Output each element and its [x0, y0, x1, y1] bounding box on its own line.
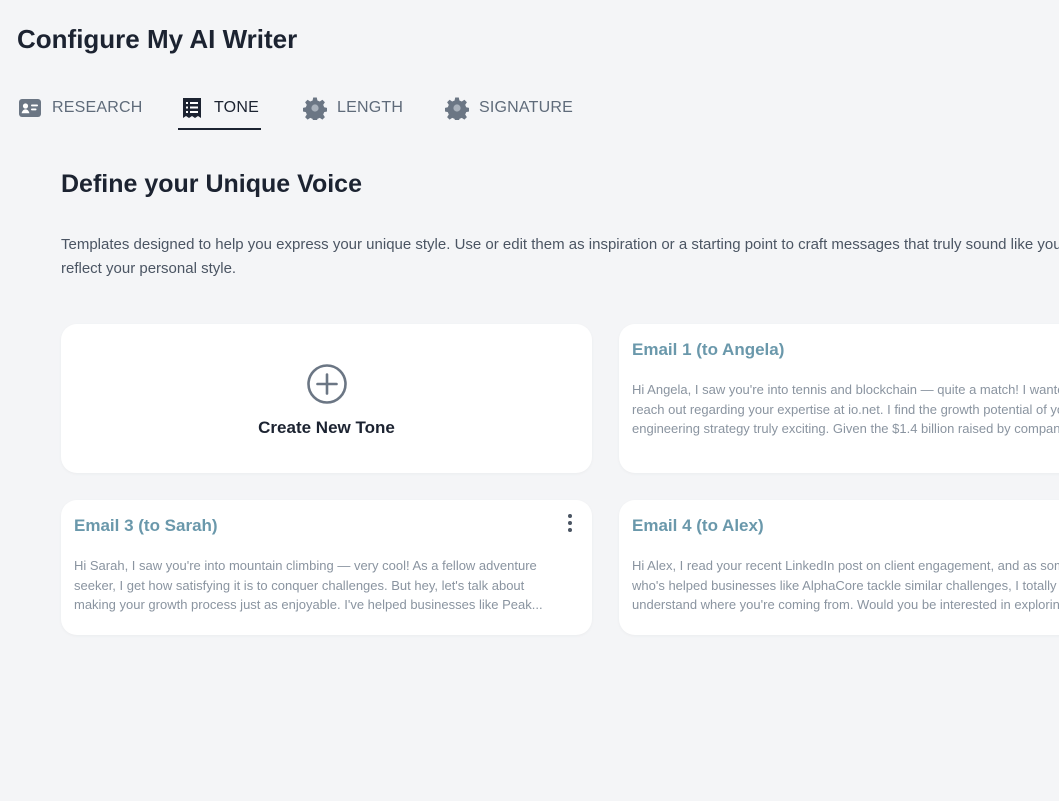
section-title: Define your Unique Voice [61, 170, 362, 198]
tab-label: RESEARCH [52, 99, 143, 116]
more-vertical-icon[interactable] [564, 512, 576, 534]
plus-circle-icon [306, 363, 348, 405]
section-description: Templates designed to help you express y… [61, 236, 1059, 277]
email-card-angela[interactable]: Email 1 (to Angela) Hi Angela, I saw you… [619, 324, 1059, 473]
id-card-icon [18, 96, 42, 120]
tab-label: SIGNATURE [479, 99, 573, 116]
email-title: Email 4 (to Alex) [632, 516, 764, 535]
create-new-tone-label: Create New Tone [258, 418, 395, 437]
tab-label: LENGTH [337, 99, 404, 116]
email-card-sarah[interactable]: Email 3 (to Sarah) Hi Sarah, I saw you'r… [61, 500, 592, 635]
email-preview: Hi Angela, I saw you're into tennis and … [632, 382, 1059, 436]
email-title: Email 3 (to Sarah) [74, 516, 218, 535]
email-card-alex[interactable]: Email 4 (to Alex) Hi Alex, I read your r… [619, 500, 1059, 635]
gear-icon [445, 96, 469, 120]
tab-length[interactable]: LENGTH [303, 86, 403, 130]
gear-icon [303, 96, 327, 120]
create-new-tone-card[interactable]: Create New Tone [61, 324, 592, 473]
email-preview: Hi Alex, I read your recent LinkedIn pos… [632, 558, 1059, 612]
tab-research[interactable]: RESEARCH [18, 86, 143, 130]
page-title: Configure My AI Writer [17, 24, 298, 54]
tab-label: TONE [214, 99, 259, 116]
email-preview: Hi Sarah, I saw you're into mountain cli… [74, 558, 543, 612]
receipt-list-icon [180, 96, 204, 120]
email-title: Email 1 (to Angela) [632, 340, 785, 359]
tab-signature[interactable]: SIGNATURE [445, 86, 573, 130]
tab-tone[interactable]: TONE [178, 86, 261, 130]
page: Configure My AI Writer RESEARCH TONE LEN… [0, 0, 1059, 801]
